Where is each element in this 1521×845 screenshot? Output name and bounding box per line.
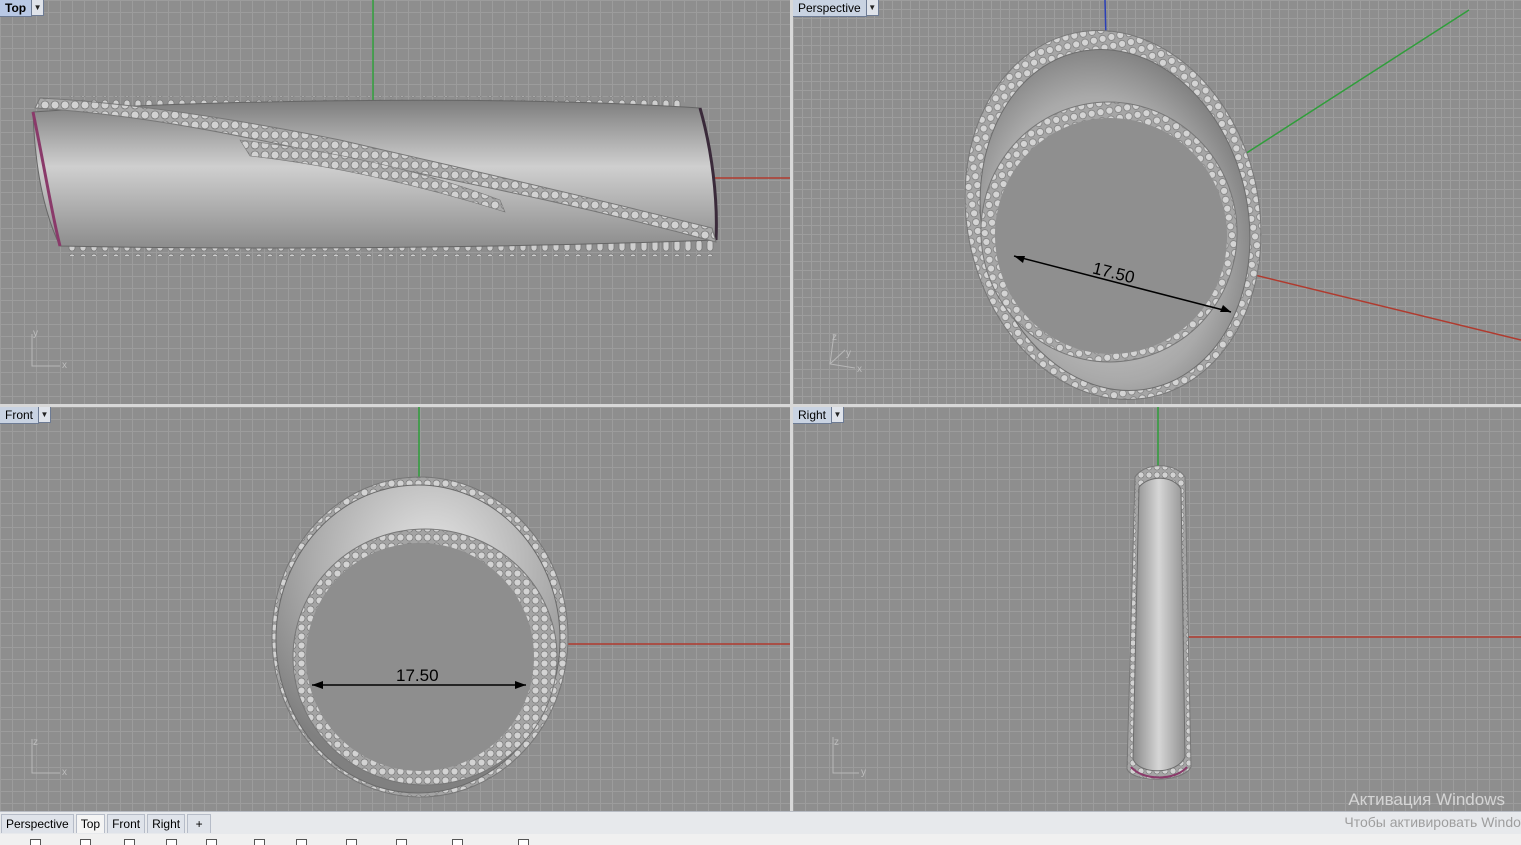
tab-perspective[interactable]: Perspective [1, 813, 74, 833]
svg-text:17.50: 17.50 [396, 666, 439, 685]
viewport-label[interactable]: Right [793, 407, 833, 424]
osnap-checkbox[interactable] [124, 839, 135, 845]
viewport-splitter-horizontal[interactable] [0, 404, 1521, 407]
axis-indicator: z x [31, 737, 67, 778]
viewport-top[interactable]: y x Top ▼ [0, 0, 790, 404]
viewport-tab-bar: Perspective Top Front Right + [0, 811, 1521, 834]
right-view-canvas[interactable]: z y [793, 407, 1521, 811]
osnap-checkbox[interactable] [166, 839, 177, 845]
osnap-checkbox[interactable] [346, 839, 357, 845]
dropdown-arrow-icon[interactable]: ▼ [32, 0, 45, 16]
svg-text:y: y [846, 348, 851, 359]
osnap-bar [0, 834, 1521, 845]
svg-text:x: x [62, 360, 67, 371]
front-view-canvas[interactable]: 17.50 z x [0, 407, 790, 811]
viewport-title-front[interactable]: Front ▼ [0, 407, 52, 424]
svg-text:y: y [33, 328, 38, 339]
ring-model-front[interactable] [271, 476, 569, 798]
windows-activation-subtitle: Чтобы активировать Window [1344, 814, 1521, 830]
osnap-checkbox[interactable] [452, 839, 463, 845]
viewport-right[interactable]: z y Right ▼ [793, 407, 1521, 811]
axis-indicator: z y [832, 737, 866, 778]
svg-text:y: y [861, 767, 866, 778]
viewport-label[interactable]: Top [0, 0, 33, 17]
viewport-perspective[interactable]: 17.50 z y x Perspective ▼ [793, 0, 1521, 404]
svg-text:z: z [33, 737, 38, 748]
viewport-title-perspective[interactable]: Perspective ▼ [793, 0, 879, 17]
tab-front[interactable]: Front [107, 813, 146, 833]
top-view-canvas[interactable]: y x [0, 0, 790, 404]
osnap-checkbox[interactable] [30, 839, 41, 845]
svg-text:z: z [834, 737, 839, 748]
viewport-label[interactable]: Perspective [793, 0, 867, 17]
viewport-title-right[interactable]: Right ▼ [793, 407, 845, 424]
dropdown-arrow-icon[interactable]: ▼ [39, 407, 52, 423]
osnap-checkbox[interactable] [518, 839, 529, 845]
svg-text:z: z [832, 332, 837, 343]
osnap-checkbox[interactable] [296, 839, 307, 845]
osnap-checkbox[interactable] [80, 839, 91, 845]
ring-model-perspective[interactable] [932, 3, 1295, 404]
axis-indicator: y x [31, 328, 67, 371]
viewport-label[interactable]: Front [0, 407, 40, 424]
dropdown-arrow-icon[interactable]: ▼ [866, 0, 879, 16]
ring-model-top[interactable] [31, 96, 718, 256]
windows-activation-title: Активация Windows [1348, 790, 1505, 809]
osnap-checkbox[interactable] [206, 839, 217, 845]
svg-text:x: x [62, 767, 67, 778]
dropdown-arrow-icon[interactable]: ▼ [832, 407, 845, 423]
tab-top[interactable]: Top [75, 813, 106, 833]
svg-text:x: x [857, 364, 862, 375]
add-viewport-tab-icon[interactable]: + [187, 813, 212, 833]
viewport-front[interactable]: 17.50 z x Front ▼ [0, 407, 790, 811]
osnap-checkbox[interactable] [254, 839, 265, 845]
perspective-view-canvas[interactable]: 17.50 z y x [793, 0, 1521, 404]
viewport-title-top[interactable]: Top ▼ [0, 0, 45, 17]
axis-indicator: z y x [829, 332, 862, 375]
tab-right[interactable]: Right [147, 813, 186, 833]
osnap-checkbox[interactable] [396, 839, 407, 845]
ring-model-right[interactable] [1126, 465, 1192, 780]
